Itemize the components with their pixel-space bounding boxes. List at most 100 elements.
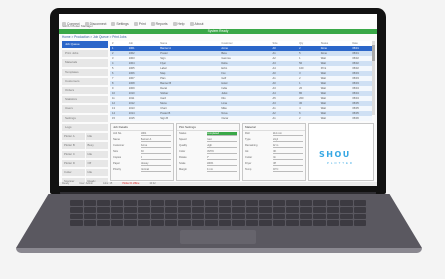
keyboard-key <box>151 200 164 206</box>
form-field: Temp 24°C <box>243 167 305 173</box>
device-row[interactable]: Plotter D Off <box>62 159 108 167</box>
keyboard-key <box>137 200 150 206</box>
menu-item-help[interactable]: Help <box>172 22 185 26</box>
keyboard-key <box>313 200 326 206</box>
panel-title: Material <box>243 124 305 131</box>
field-value[interactable]: Fast <box>206 138 237 142</box>
field-label: Paper <box>113 162 120 165</box>
keyboard-key <box>205 206 218 213</box>
menu-item-reports[interactable]: Reports <box>150 22 168 26</box>
keyboard-key <box>83 206 96 213</box>
device-state: Idle <box>85 150 108 158</box>
field-value[interactable]: Off <box>272 162 303 166</box>
status-jobs: Jobs: 15 <box>102 182 113 185</box>
table-cell: 1015 <box>128 117 135 120</box>
device-state: Off <box>85 159 108 167</box>
field-label: Copies <box>113 156 122 159</box>
keyboard-key <box>259 213 272 220</box>
keyboard-key <box>340 200 353 206</box>
menu-item-label: Reports <box>155 22 168 26</box>
sidebar-item-materials[interactable]: Materials <box>62 59 108 67</box>
keyboard-key <box>353 200 366 206</box>
menu-item-print[interactable]: Print <box>133 22 146 26</box>
sidebar-item-users[interactable]: Users <box>62 105 108 113</box>
device-state: Idle <box>85 132 108 140</box>
field-value[interactable]: 914 mm <box>272 132 303 136</box>
field-value[interactable]: CMYK <box>206 150 237 154</box>
device-row[interactable]: Plotter B Busy <box>62 141 108 149</box>
field-value[interactable]: A0 <box>140 150 171 154</box>
keyboard-key <box>124 220 137 226</box>
field-value[interactable]: Vinyl <box>272 138 303 142</box>
field-value[interactable]: OK <box>272 150 303 154</box>
keyboard-key <box>232 213 245 220</box>
field-value[interactable]: Acme <box>140 144 171 148</box>
sidebar-item-job-queue[interactable]: Job Queue <box>62 41 108 49</box>
device-row[interactable]: Plotter A Idle <box>62 132 108 140</box>
field-value[interactable]: Glossy <box>140 162 171 166</box>
keyboard-key <box>259 206 272 213</box>
menu-item-connect[interactable]: Connect <box>62 22 80 26</box>
keyboard-key <box>232 220 245 226</box>
keyboard-key <box>232 200 245 206</box>
plug-icon <box>62 22 66 26</box>
breadcrumb[interactable]: Home > Production > Job Queue > Print Jo… <box>62 35 126 39</box>
keyboard-key <box>299 213 312 220</box>
detail-panels: Job Details Job No. 1001 Name Banner A Custom… <box>110 123 374 181</box>
menu-item-about[interactable]: About <box>189 22 203 26</box>
menu-item-settings[interactable]: Settings <box>111 22 129 26</box>
field-value[interactable]: 24°C <box>272 168 303 172</box>
field-value[interactable]: Normal <box>140 168 171 172</box>
field-value[interactable]: 42 m <box>272 144 303 148</box>
keyboard-key <box>326 206 339 213</box>
sidebar-item-settings[interactable]: Settings <box>62 114 108 122</box>
report-icon <box>150 22 155 26</box>
keyboard-key <box>191 206 204 213</box>
menu-item-label: Connect <box>67 22 80 26</box>
keyboard-key <box>245 206 258 213</box>
keyboard-key <box>70 213 83 220</box>
field-value[interactable]: 100% <box>206 162 237 166</box>
keyboard-key <box>137 206 150 213</box>
field-value[interactable]: 2 <box>140 156 171 160</box>
sidebar-item-templates[interactable]: Templates <box>62 68 108 76</box>
table-scrollbar[interactable] <box>372 41 375 115</box>
field-value[interactable]: 5 mm <box>206 168 237 172</box>
keyboard-key <box>110 206 123 213</box>
field-value[interactable]: Banner A <box>140 138 171 142</box>
menu-item-disconnect[interactable]: Disconnect <box>84 22 106 26</box>
field-label: Customer <box>113 144 125 147</box>
device-row[interactable]: Cutter Idle <box>62 168 108 176</box>
status-banner: System Ready <box>59 29 377 34</box>
field-label: Color <box>179 150 186 153</box>
sidebar-item-logs[interactable]: Logs <box>62 123 108 131</box>
keyboard-key <box>218 206 231 213</box>
menu-item-label: Help <box>177 22 185 26</box>
field-label: Temp <box>245 168 252 171</box>
sidebar-item-statistics[interactable]: Statistics <box>62 96 108 104</box>
field-label: Scale <box>179 162 186 165</box>
sidebar-item-customers[interactable]: Customers <box>62 77 108 85</box>
device-state: Busy <box>85 141 108 149</box>
keyboard-key <box>313 220 326 226</box>
brand-subtitle: PLOTTER <box>327 161 354 165</box>
keyboard-key <box>326 200 339 206</box>
sidebar-item-orders[interactable]: Orders <box>62 86 108 95</box>
field-value[interactable]: 1001 <box>140 132 171 136</box>
table-row[interactable]: 15 1015 Sign B Oscar A1 2 Wait 05/06 <box>110 116 372 121</box>
field-value[interactable]: High <box>206 144 237 148</box>
scroll-thumb[interactable] <box>372 45 375 61</box>
table-cell: A1 <box>272 117 276 120</box>
status-alert[interactable]: Plotter D offline <box>122 182 139 186</box>
field-value[interactable]: Completed <box>206 132 237 136</box>
device-row[interactable]: Plotter C Idle <box>62 150 108 158</box>
keyboard-key <box>286 200 299 206</box>
keyboard-key <box>232 206 245 213</box>
field-value[interactable]: 0° <box>206 156 237 160</box>
sidebar-item-print-jobs[interactable]: Print Jobs <box>62 50 108 58</box>
keyboard-key <box>151 220 164 226</box>
form-field: Margin 5 mm <box>177 167 239 173</box>
field-value[interactable]: On <box>272 156 303 160</box>
table-cell: 15 <box>112 117 115 120</box>
keyboard-key <box>124 213 137 220</box>
